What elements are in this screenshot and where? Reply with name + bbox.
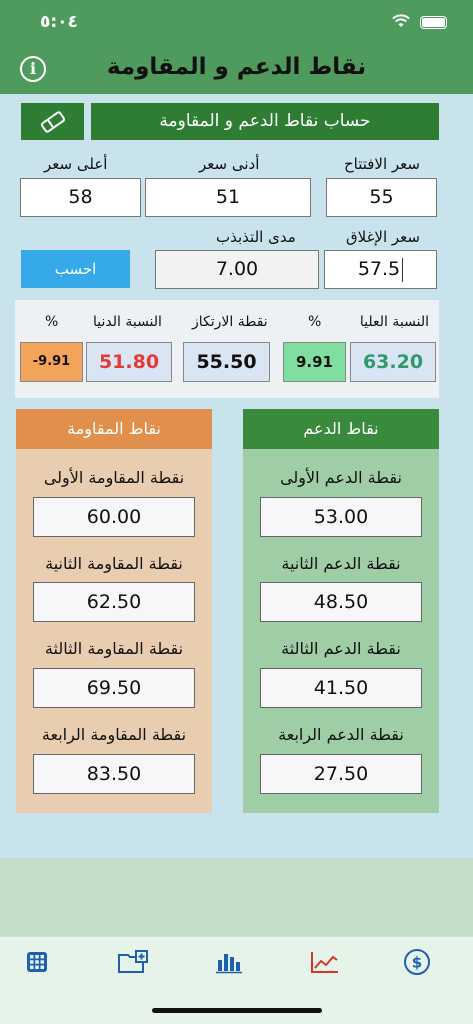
support-2-value: 48.50 <box>260 582 422 622</box>
lower-ratio-label: النسبة الدنيا <box>93 314 162 330</box>
tab-add-folder[interactable] <box>116 947 152 977</box>
wifi-icon <box>392 14 410 27</box>
svg-text:$: $ <box>412 954 422 972</box>
high-price-input[interactable]: 58 <box>20 178 141 217</box>
tab-currency[interactable]: $ <box>399 947 435 977</box>
add-folder-icon <box>118 950 148 973</box>
nav-bar: i نقاط الدعم و المقاومة <box>0 46 473 94</box>
lower-ratio-value: 51.80 <box>86 342 172 382</box>
bar-chart-icon <box>216 954 242 974</box>
resistance-4-value: 83.50 <box>33 754 195 794</box>
low-price-input[interactable]: 51 <box>145 178 311 217</box>
support-4-label: نقطة الدعم الرابعة <box>278 725 404 744</box>
range-field: 7.00 <box>155 250 319 289</box>
support-panel: نقطة الدعم الأولى 53.00 نقطة الدعم الثان… <box>243 449 439 813</box>
battery-icon <box>420 16 447 29</box>
resistance-3-value: 69.50 <box>33 668 195 708</box>
tab-calculator[interactable] <box>19 947 55 977</box>
upper-ratio-value: 63.20 <box>350 342 436 382</box>
range-label: مدى التذبذب <box>216 228 296 246</box>
close-price-input[interactable]: 57.5 <box>324 250 437 289</box>
resistance-3-label: نقطة المقاومة الثالثة <box>44 639 184 658</box>
home-indicator <box>152 1008 322 1013</box>
lower-pct-label: % <box>45 314 59 330</box>
tab-bar-chart[interactable] <box>211 947 247 977</box>
clear-button[interactable] <box>21 103 84 140</box>
pivot-label: نقطة الارتكاز <box>192 314 268 330</box>
resistance-1-label: نقطة المقاومة الأولى <box>43 468 185 487</box>
tab-line-chart[interactable] <box>307 947 343 977</box>
resistance-2-label: نقطة المقاومة الثانية <box>45 554 183 573</box>
eraser-icon <box>40 110 65 133</box>
resistance-header: نقاط المقاومة <box>16 409 212 449</box>
upper-ratio-label: النسبة العليا <box>359 314 429 330</box>
ratios-panel: النسبة العليا % نقطة الارتكاز النسبة الد… <box>15 300 439 398</box>
status-bar: ٥:٠٤ <box>0 0 473 46</box>
close-price-value: 57.5 <box>357 258 401 280</box>
resistance-panel: نقطة المقاومة الأولى 60.00 نقطة المقاومة… <box>16 449 212 813</box>
support-header: نقاط الدعم <box>243 409 439 449</box>
status-time: ٥:٠٤ <box>40 12 78 32</box>
support-3-value: 41.50 <box>260 668 422 708</box>
low-price-label: أدنى سعر <box>199 155 260 173</box>
open-price-input[interactable]: 55 <box>326 178 437 217</box>
calculate-button[interactable]: احسب <box>21 250 130 288</box>
open-price-label: سعر الافتتاح <box>343 155 420 173</box>
lower-pct-value: -9.91 <box>20 342 83 382</box>
support-1-value: 53.00 <box>260 497 422 537</box>
pivot-value: 55.50 <box>183 342 270 382</box>
calc-section-header: حساب نقاط الدعم و المقاومة <box>91 103 439 140</box>
resistance-1-value: 60.00 <box>33 497 195 537</box>
support-2-label: نقطة الدعم الثانية <box>281 554 401 573</box>
page-title: نقاط الدعم و المقاومة <box>106 54 367 80</box>
support-4-value: 27.50 <box>260 754 422 794</box>
dollar-circle-icon: $ <box>404 949 430 975</box>
support-3-label: نقطة الدعم الثالثة <box>281 639 401 658</box>
text-cursor <box>402 257 404 282</box>
line-chart-icon <box>311 952 338 973</box>
upper-pct-value: 9.91 <box>283 342 346 382</box>
calculator-icon <box>27 952 47 972</box>
empty-area <box>0 858 473 936</box>
resistance-4-label: نقطة المقاومة الرابعة <box>41 725 187 744</box>
high-price-label: أعلى سعر <box>44 155 108 173</box>
close-price-label: سعر الإغلاق <box>345 228 420 246</box>
resistance-2-value: 62.50 <box>33 582 195 622</box>
upper-pct-label: % <box>308 314 322 330</box>
support-1-label: نقطة الدعم الأولى <box>280 468 402 487</box>
